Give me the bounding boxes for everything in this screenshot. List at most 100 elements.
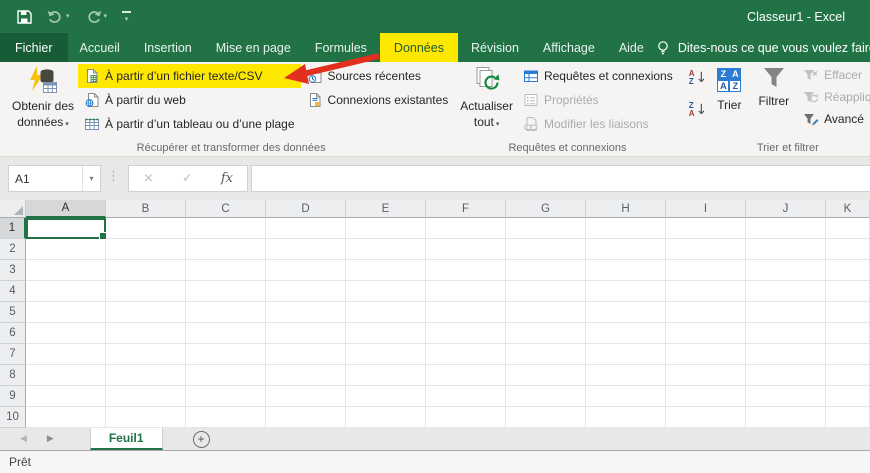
cell-H2[interactable]: [586, 239, 666, 260]
cell-A5[interactable]: [26, 302, 106, 323]
sort-az-button[interactable]: AZ ↓: [685, 66, 712, 90]
cell-K7[interactable]: [826, 344, 870, 365]
tell-me-search[interactable]: Dites-nous ce que vous voulez faire: [656, 33, 870, 62]
cell-B1[interactable]: [106, 218, 186, 239]
cell-A4[interactable]: [26, 281, 106, 302]
item-connexions-existantes[interactable]: Connexions existantes: [301, 88, 455, 112]
cell-G6[interactable]: [506, 323, 586, 344]
cell-A8[interactable]: [26, 365, 106, 386]
cell-K4[interactable]: [826, 281, 870, 302]
tab-aide[interactable]: Aide: [608, 33, 655, 62]
item-avance[interactable]: Avancé: [797, 108, 870, 130]
row-header-1[interactable]: 1: [0, 218, 26, 239]
cell-F7[interactable]: [426, 344, 506, 365]
name-box-caret-icon[interactable]: ▾: [82, 166, 100, 191]
cell-E8[interactable]: [346, 365, 426, 386]
cell-F6[interactable]: [426, 323, 506, 344]
redo-caret-icon[interactable]: ▾: [104, 13, 108, 20]
cell-H5[interactable]: [586, 302, 666, 323]
cell-F10[interactable]: [426, 407, 506, 428]
redo-button[interactable]: ▾: [85, 9, 108, 24]
cell-J1[interactable]: [746, 218, 826, 239]
next-sheet-icon[interactable]: ▶: [37, 428, 64, 450]
cell-J7[interactable]: [746, 344, 826, 365]
cell-B3[interactable]: [106, 260, 186, 281]
cell-E3[interactable]: [346, 260, 426, 281]
cell-B8[interactable]: [106, 365, 186, 386]
cell-E9[interactable]: [346, 386, 426, 407]
add-sheet-button[interactable]: +: [193, 431, 210, 448]
cell-K1[interactable]: [826, 218, 870, 239]
cell-J9[interactable]: [746, 386, 826, 407]
cell-K3[interactable]: [826, 260, 870, 281]
tab-affichage[interactable]: Affichage: [532, 33, 606, 62]
cell-E10[interactable]: [346, 407, 426, 428]
cell-I5[interactable]: [666, 302, 746, 323]
row-header-7[interactable]: 7: [0, 344, 26, 365]
cell-C1[interactable]: [186, 218, 266, 239]
cell-A6[interactable]: [26, 323, 106, 344]
cell-G7[interactable]: [506, 344, 586, 365]
cell-G8[interactable]: [506, 365, 586, 386]
cell-F8[interactable]: [426, 365, 506, 386]
cell-G5[interactable]: [506, 302, 586, 323]
cell-G9[interactable]: [506, 386, 586, 407]
cell-F3[interactable]: [426, 260, 506, 281]
cell-A2[interactable]: [26, 239, 106, 260]
row-header-5[interactable]: 5: [0, 302, 26, 323]
obtenir-des-donnees-button[interactable]: Obtenir des données▾: [8, 62, 78, 131]
column-header-K[interactable]: K: [826, 200, 870, 218]
cell-J4[interactable]: [746, 281, 826, 302]
tab-formules[interactable]: Formules: [304, 33, 378, 62]
cell-G1[interactable]: [506, 218, 586, 239]
cell-E7[interactable]: [346, 344, 426, 365]
cell-B5[interactable]: [106, 302, 186, 323]
row-header-9[interactable]: 9: [0, 386, 26, 407]
cell-G4[interactable]: [506, 281, 586, 302]
cell-B6[interactable]: [106, 323, 186, 344]
trier-button[interactable]: ZA AZ Trier: [713, 62, 745, 112]
cell-I4[interactable]: [666, 281, 746, 302]
cell-J10[interactable]: [746, 407, 826, 428]
cell-I1[interactable]: [666, 218, 746, 239]
cell-D9[interactable]: [266, 386, 346, 407]
cell-D10[interactable]: [266, 407, 346, 428]
cell-C4[interactable]: [186, 281, 266, 302]
cell-D1[interactable]: [266, 218, 346, 239]
cell-E1[interactable]: [346, 218, 426, 239]
cell-B2[interactable]: [106, 239, 186, 260]
cell-F4[interactable]: [426, 281, 506, 302]
cell-K8[interactable]: [826, 365, 870, 386]
cell-J8[interactable]: [746, 365, 826, 386]
column-header-D[interactable]: D: [266, 200, 346, 218]
cell-A1[interactable]: [26, 218, 106, 239]
row-header-2[interactable]: 2: [0, 239, 26, 260]
cell-F5[interactable]: [426, 302, 506, 323]
cell-D7[interactable]: [266, 344, 346, 365]
cell-C9[interactable]: [186, 386, 266, 407]
column-header-G[interactable]: G: [506, 200, 586, 218]
sheet-tab-feuil1[interactable]: Feuil1: [90, 428, 163, 450]
cell-K2[interactable]: [826, 239, 870, 260]
cell-G2[interactable]: [506, 239, 586, 260]
tab-donnees[interactable]: Données: [380, 33, 458, 62]
cell-I10[interactable]: [666, 407, 746, 428]
column-header-C[interactable]: C: [186, 200, 266, 218]
cell-K5[interactable]: [826, 302, 870, 323]
cell-E4[interactable]: [346, 281, 426, 302]
insert-function-icon[interactable]: fx: [221, 171, 233, 186]
cell-C3[interactable]: [186, 260, 266, 281]
item-a-partir-du-web[interactable]: À partir du web: [78, 88, 300, 112]
formula-bar-sizer-icon[interactable]: ⋮: [107, 169, 120, 184]
cell-H4[interactable]: [586, 281, 666, 302]
item-fichier-texte-csv[interactable]: À partir d’un fichier texte/CSV: [78, 64, 300, 88]
actualiser-tout-button[interactable]: Actualiser tout▾: [456, 62, 517, 131]
cell-J6[interactable]: [746, 323, 826, 344]
item-sources-recentes[interactable]: Sources récentes: [301, 64, 455, 88]
column-header-A[interactable]: A: [26, 200, 106, 218]
cell-E2[interactable]: [346, 239, 426, 260]
prev-sheet-icon[interactable]: ◀: [10, 428, 37, 450]
undo-button[interactable]: ▾: [47, 9, 70, 24]
cell-H8[interactable]: [586, 365, 666, 386]
column-header-I[interactable]: I: [666, 200, 746, 218]
